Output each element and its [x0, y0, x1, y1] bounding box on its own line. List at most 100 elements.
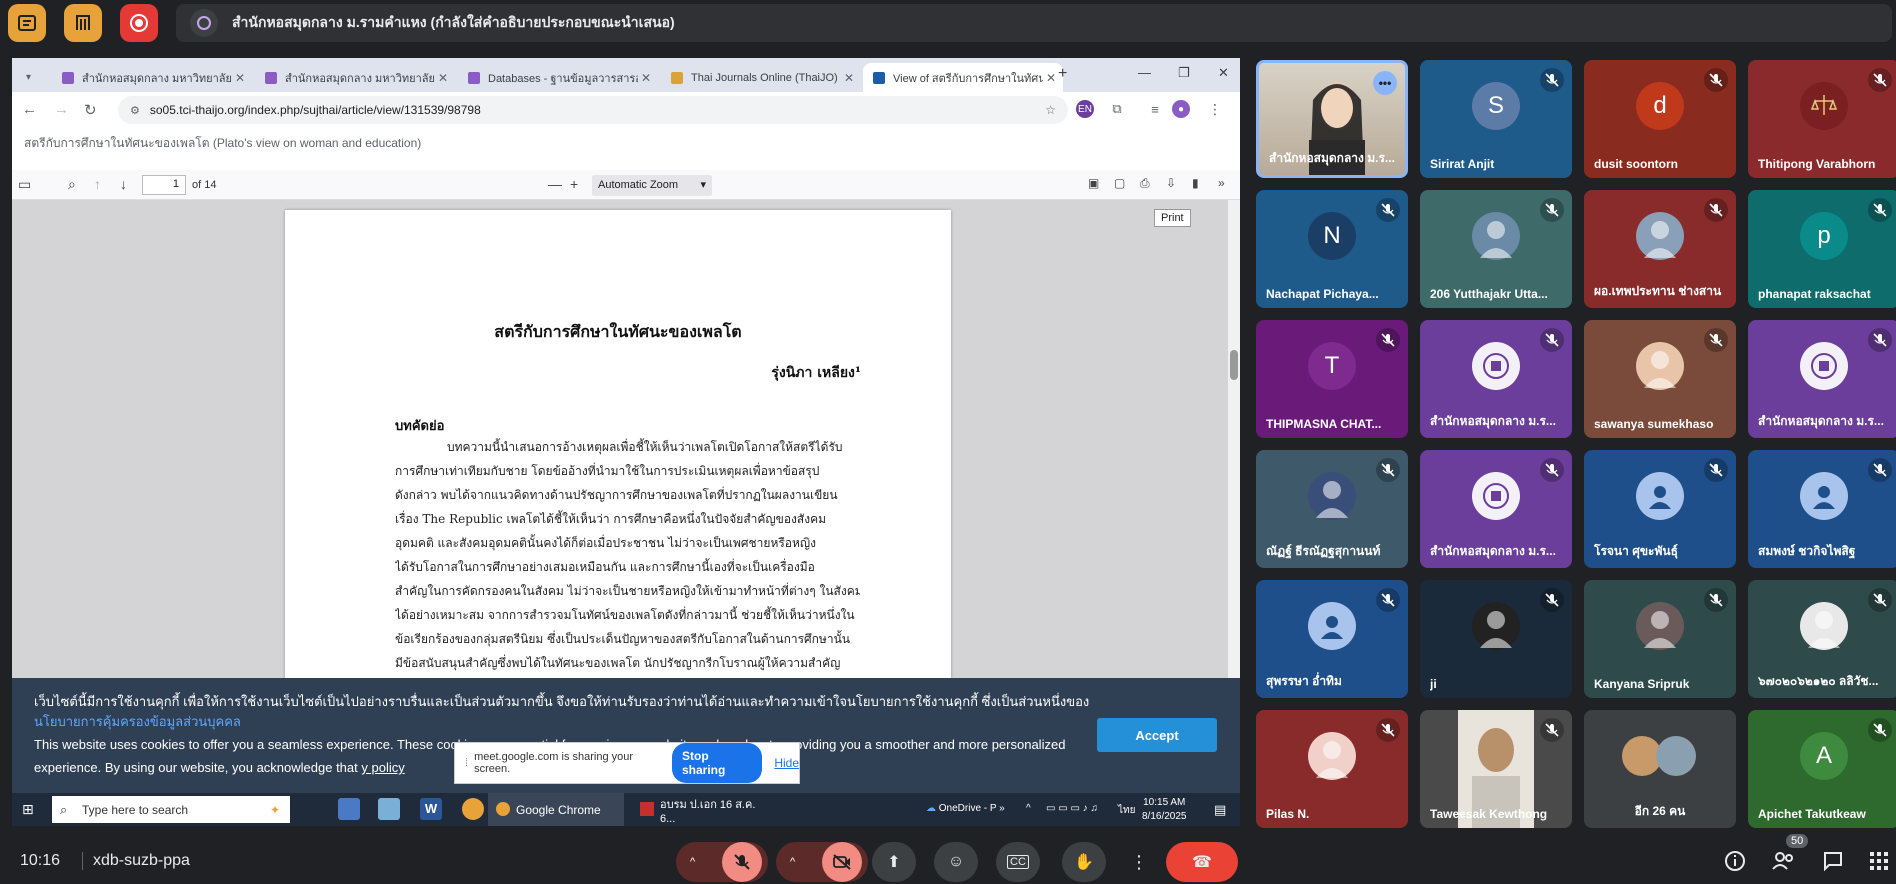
- participant-tile[interactable]: Taweesak Kewthong: [1420, 710, 1572, 828]
- browser-tab[interactable]: สำนักหอสมุดกลาง มหาวิทยาลัยราม✕: [255, 63, 455, 92]
- participant-tile[interactable]: อีก 26 คน: [1584, 710, 1736, 828]
- close-tab-icon[interactable]: ✕: [638, 71, 654, 85]
- participant-tile[interactable]: N Nachapat Pichaya...: [1256, 190, 1408, 308]
- participant-tile[interactable]: Pilas N.: [1256, 710, 1408, 828]
- word-icon[interactable]: W: [420, 798, 442, 820]
- participant-tile[interactable]: สำนักหอสมุดกลาง ม.ร...: [1420, 320, 1572, 438]
- raise-hand-button[interactable]: ✋: [1062, 842, 1106, 882]
- participant-tile[interactable]: ณัฏฐ์ ธีรณัฏฐสุกานนท์: [1256, 450, 1408, 568]
- download-icon[interactable]: ⇩: [1166, 176, 1176, 190]
- chrome-icon[interactable]: [462, 798, 484, 820]
- browser-tab[interactable]: Thai Journals Online (ThaiJO) ✕: [661, 63, 861, 92]
- notifications-icon[interactable]: ▤: [1214, 802, 1226, 818]
- profile-icon[interactable]: ●: [1172, 100, 1190, 118]
- participant-tile[interactable]: S Sirirat Anjit: [1420, 60, 1572, 178]
- privacy-policy-link[interactable]: นโยบายการคุ้มครองข้อมูลส่วนบุคคล: [34, 714, 241, 729]
- site-info-icon[interactable]: ⚙: [130, 104, 140, 117]
- participant-tile[interactable]: สุพรรษา อ่ำทิม: [1256, 580, 1408, 698]
- participant-tile[interactable]: สำนักหอสมุดกลาง ม.ร...: [1748, 320, 1896, 438]
- tray-chevron-icon[interactable]: ^: [1026, 803, 1031, 814]
- forward-icon[interactable]: →: [54, 101, 69, 118]
- taskbar-pdf-window[interactable]: อบรม ป.เอก 16 ส.ค. 6...: [632, 793, 768, 826]
- input-language[interactable]: ไทย: [1118, 803, 1135, 818]
- reload-icon[interactable]: ↻: [84, 101, 97, 119]
- chat-icon[interactable]: [1820, 848, 1846, 874]
- pdf-viewer[interactable]: สตรีกับการศึกษาในทัศนะของเพลโต รุ่งนิภา …: [12, 200, 1240, 750]
- participant-tile[interactable]: Kanyana Sripruk: [1584, 580, 1736, 698]
- participant-tile[interactable]: p phanapat raksachat: [1748, 190, 1896, 308]
- participant-tile[interactable]: d dusit soontorn: [1584, 60, 1736, 178]
- onedrive-tray[interactable]: ☁ OneDrive - P »: [926, 803, 1005, 814]
- zoom-out-icon[interactable]: —: [548, 176, 562, 192]
- people-icon[interactable]: [1770, 848, 1796, 874]
- camera-off-icon[interactable]: [822, 842, 862, 882]
- new-tab-icon[interactable]: +: [1058, 65, 1067, 83]
- close-window-icon[interactable]: ✕: [1218, 65, 1229, 81]
- menu-dots-icon[interactable]: ⋮: [1206, 100, 1224, 118]
- restore-icon[interactable]: ❐: [1178, 65, 1190, 81]
- taskbar-clock[interactable]: 10:15 AM 8/16/2025: [1142, 796, 1187, 824]
- library-app-button[interactable]: [64, 4, 102, 42]
- camera-button[interactable]: ^: [776, 842, 868, 882]
- drag-handle-icon[interactable]: ⁞: [465, 757, 468, 769]
- bookmark-star-icon[interactable]: ☆: [1045, 103, 1056, 117]
- zoom-select[interactable]: Automatic Zoom ▾: [592, 175, 712, 196]
- taskbar-app-icon[interactable]: [378, 798, 400, 820]
- captions-button[interactable]: CC: [996, 842, 1040, 882]
- print-icon[interactable]: ⎙: [1140, 176, 1150, 191]
- more-options-icon[interactable]: •••: [1373, 71, 1397, 95]
- stop-sharing-button[interactable]: Stop sharing: [672, 743, 763, 783]
- hide-bar-link[interactable]: Hide: [774, 756, 799, 770]
- camera-options-chevron-icon[interactable]: ^: [790, 856, 795, 868]
- find-icon[interactable]: ⌕: [68, 176, 76, 193]
- minimize-icon[interactable]: —: [1138, 65, 1151, 80]
- emoji-button[interactable]: ☺: [934, 842, 978, 882]
- participant-tile[interactable]: สำนักหอสมุดกลาง ม.ร...: [1420, 450, 1572, 568]
- participant-tile[interactable]: 206 Yutthajakr Utta...: [1420, 190, 1572, 308]
- taskbar-app-icon[interactable]: [338, 798, 360, 820]
- close-tab-icon[interactable]: ✕: [841, 71, 857, 85]
- back-icon[interactable]: ←: [22, 101, 37, 118]
- tools-chevron-icon[interactable]: »: [1218, 176, 1225, 190]
- previous-page-icon[interactable]: ↑: [94, 176, 101, 192]
- url-field[interactable]: ⚙ so05.tci-thaijo.org/index.php/sujthai/…: [118, 96, 1068, 124]
- participant-tile[interactable]: ผอ.เทพประทาน ช่างสาน: [1584, 190, 1736, 308]
- next-page-icon[interactable]: ↓: [120, 176, 127, 192]
- mic-off-icon[interactable]: [722, 842, 762, 882]
- close-tab-icon[interactable]: ✕: [232, 71, 248, 85]
- page-number-input[interactable]: 1: [142, 175, 186, 195]
- participant-tile[interactable]: ๖๗๐๒๐๖๒๑๒๐ ลลิวัช...: [1748, 580, 1896, 698]
- windows-start-icon[interactable]: ⊞: [22, 801, 34, 818]
- participant-tile[interactable]: T THIPMASNA CHAT...: [1256, 320, 1408, 438]
- participant-tile[interactable]: ji: [1420, 580, 1572, 698]
- participant-tile[interactable]: A Apichet Takutkeaw: [1748, 710, 1896, 828]
- participant-tile[interactable]: Thitipong Varabhorn: [1748, 60, 1896, 178]
- browser-tab[interactable]: สำนักหอสมุดกลาง มหาวิทยาลัยราม✕: [52, 63, 252, 92]
- activities-button[interactable]: [8, 4, 46, 42]
- open-file-icon[interactable]: ▢: [1114, 176, 1125, 190]
- media-icon[interactable]: ≡: [1146, 100, 1164, 118]
- extensions-icon[interactable]: ⧉: [1108, 100, 1126, 118]
- sidebar-toggle-icon[interactable]: ▭: [18, 176, 31, 193]
- participant-tile[interactable]: สมพงษ์ ชวกิจไพสิฐ: [1748, 450, 1896, 568]
- browser-tab[interactable]: Databases - ฐานข้อมูลวารสารออนไลน์✕: [458, 63, 658, 92]
- close-tab-icon[interactable]: ✕: [435, 71, 451, 85]
- present-button[interactable]: ⬆: [872, 842, 916, 882]
- more-options-button[interactable]: ⋮: [1124, 842, 1154, 882]
- microphone-button[interactable]: ^: [676, 842, 768, 882]
- browser-tab-active[interactable]: View of สตรีกับการศึกษาในทัศนะของเพลโต✕: [863, 63, 1063, 92]
- participant-tile[interactable]: sawanya sumekhaso: [1584, 320, 1736, 438]
- recording-button[interactable]: [120, 4, 158, 42]
- policy-link[interactable]: y policy: [361, 760, 404, 775]
- taskbar-chrome-window[interactable]: Google Chrome: [488, 793, 624, 826]
- taskbar-search[interactable]: ⌕ Type here to search ✦: [52, 796, 290, 823]
- pdf-scrollbar[interactable]: [1228, 200, 1240, 740]
- accept-cookies-button[interactable]: Accept: [1097, 718, 1217, 752]
- activities-grid-icon[interactable]: [1866, 848, 1892, 874]
- scroll-thumb[interactable]: [1230, 350, 1238, 380]
- close-tab-icon[interactable]: ✕: [1043, 71, 1059, 85]
- participant-tile[interactable]: โรจนา ศุขะพันธุ์: [1584, 450, 1736, 568]
- zoom-in-icon[interactable]: +: [570, 176, 578, 192]
- meeting-info-icon[interactable]: [1722, 848, 1748, 874]
- mic-options-chevron-icon[interactable]: ^: [690, 856, 695, 868]
